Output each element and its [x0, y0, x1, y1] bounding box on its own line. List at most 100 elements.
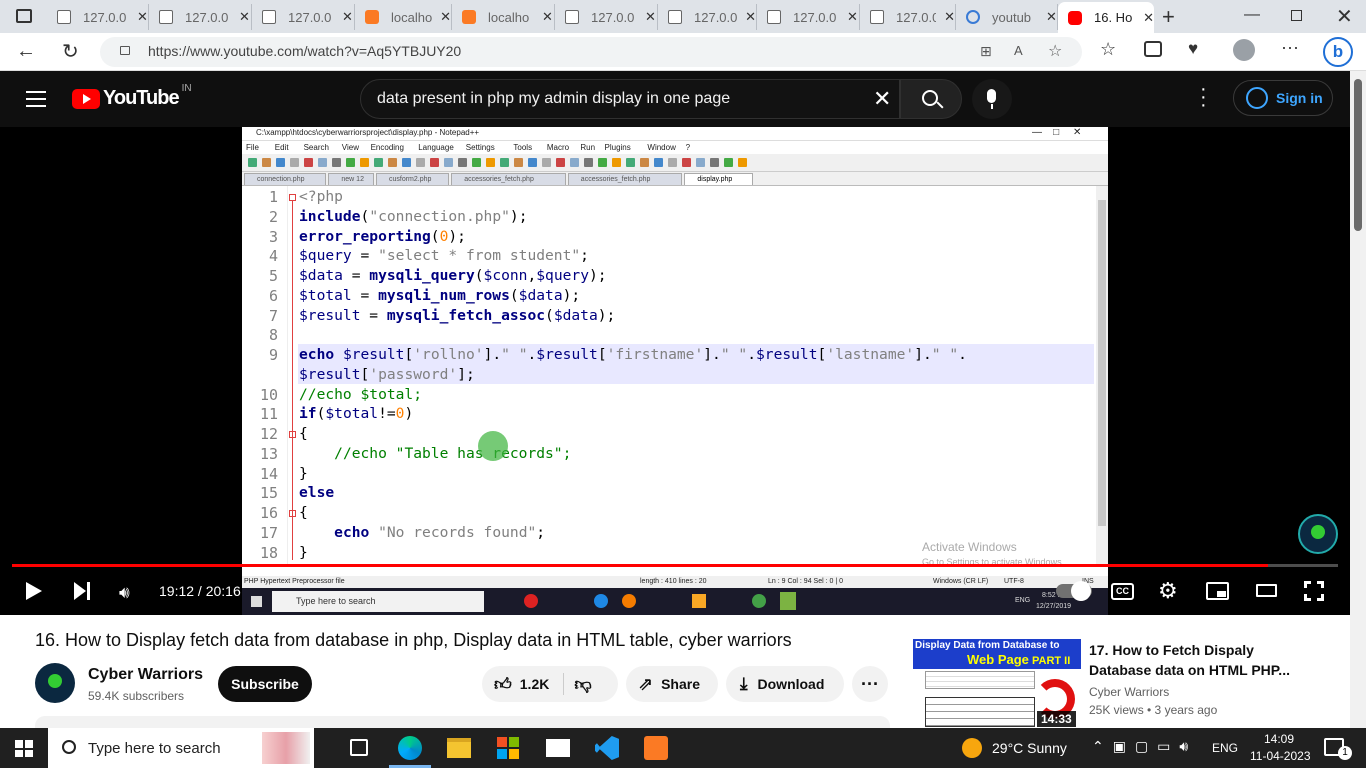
edge-icon[interactable]: [398, 736, 422, 760]
close-window-button[interactable]: ✕: [1336, 4, 1353, 29]
browser-tab[interactable]: localho ✕: [355, 4, 452, 30]
npp-toolbar-button-icon: [332, 158, 341, 167]
refresh-icon[interactable]: ↻: [62, 39, 79, 64]
npp-menu-item: ?: [685, 143, 691, 152]
like-button[interactable]: 👍︎ 1.2K: [482, 674, 549, 695]
browser-tab[interactable]: 127.0.0 ✕: [860, 4, 956, 30]
subscribe-button[interactable]: Subscribe: [218, 666, 312, 702]
restore-button[interactable]: [1291, 10, 1302, 21]
system-tray-icons[interactable]: ⌃▣▢▭🔊︎: [1092, 738, 1197, 755]
bing-icon[interactable]: b: [1323, 37, 1353, 67]
health-icon[interactable]: ♥: [1188, 39, 1198, 59]
video-player[interactable]: C:\xampp\htdocs\cyberwarriorsproject\dis…: [0, 127, 1350, 615]
store-icon[interactable]: [497, 737, 519, 759]
file-explorer-icon[interactable]: [447, 738, 471, 758]
collections-icon[interactable]: [1144, 41, 1162, 57]
vscode-icon[interactable]: [595, 736, 619, 760]
more-actions-button[interactable]: ···: [852, 666, 888, 702]
taskbar-search-box[interactable]: Type here to search: [48, 728, 314, 768]
close-tab-icon[interactable]: ✕: [1046, 9, 1057, 25]
app-icon[interactable]: ⊞: [980, 43, 992, 60]
channel-avatar[interactable]: [35, 663, 75, 703]
related-video-title[interactable]: 17. How to Fetch Dispaly Database data o…: [1089, 640, 1304, 680]
close-tab-icon[interactable]: ✕: [137, 9, 148, 25]
browser-tab[interactable]: 127.0.0 ✕: [658, 4, 757, 30]
related-video-thumbnail[interactable]: Display Data from Database to Web Page P…: [913, 639, 1081, 728]
npp-toolbar-button-icon: [626, 158, 635, 167]
xampp-icon[interactable]: [644, 736, 668, 760]
theater-mode-icon[interactable]: [1256, 584, 1277, 597]
progress-bar[interactable]: [12, 564, 1338, 567]
fullscreen-icon[interactable]: [1304, 581, 1324, 601]
language-indicator[interactable]: ENG: [1212, 741, 1238, 755]
browser-tab[interactable]: 127.0.0 ✕: [149, 4, 252, 30]
voice-search-icon[interactable]: [972, 79, 1012, 119]
page-scrollbar[interactable]: [1350, 71, 1366, 728]
close-tab-icon[interactable]: ✕: [1143, 10, 1154, 26]
mail-icon[interactable]: [546, 739, 570, 757]
hamburger-menu-icon[interactable]: [26, 91, 46, 107]
profile-avatar[interactable]: [1233, 39, 1255, 61]
dislike-button[interactable]: 👎︎: [564, 674, 591, 695]
back-icon[interactable]: ←: [16, 40, 36, 63]
npp-menu-item: Edit: [274, 143, 289, 152]
inner-windows-taskbar: Type here to search ENG 8:52 PM 12/27/20…: [242, 588, 1108, 615]
new-tab-button[interactable]: +: [1162, 4, 1175, 30]
xampp-icon: [365, 10, 379, 24]
favorites-icon[interactable]: ☆: [1100, 39, 1116, 60]
task-view-icon[interactable]: [350, 739, 368, 756]
channel-name[interactable]: Cyber Warriors: [88, 666, 203, 684]
account-icon: [1246, 87, 1268, 109]
npp-toolbar-button-icon: [346, 158, 355, 167]
windows-start-icon[interactable]: [15, 740, 33, 757]
npp-toolbar-button-icon: [290, 158, 299, 167]
browser-tab[interactable]: 127.0.0 ✕: [555, 4, 658, 30]
settings-dots-icon[interactable]: · · ·: [1200, 79, 1207, 115]
more-menu-icon[interactable]: ···: [1281, 37, 1299, 58]
url-field[interactable]: https://www.youtube.com/watch?v=Aq5YTBJU…: [100, 37, 1082, 67]
close-tab-icon[interactable]: ✕: [542, 9, 553, 25]
close-tab-icon[interactable]: ✕: [645, 9, 656, 25]
related-video-channel[interactable]: Cyber Warriors: [1089, 685, 1169, 699]
weather-text[interactable]: 29°C Sunny: [992, 740, 1067, 756]
browser-tab[interactable]: 16. Ho ✕: [1058, 2, 1154, 33]
next-button[interactable]: [74, 582, 90, 600]
add-favorite-icon[interactable]: ☆: [1048, 41, 1062, 61]
npp-toolbar-button-icon: [514, 158, 523, 167]
close-tab-icon[interactable]: ✕: [239, 9, 250, 25]
youtube-logo[interactable]: YouTube IN: [72, 83, 192, 110]
tab-actions-icon[interactable]: [16, 9, 32, 23]
browser-tab[interactable]: 127.0.0 ✕: [252, 4, 355, 30]
clock-date[interactable]: 11-04-2023: [1250, 749, 1311, 763]
read-aloud-icon[interactable]: A: [1014, 43, 1023, 58]
search-input[interactable]: data present in php my admin display in …: [360, 79, 900, 119]
url-text: https://www.youtube.com/watch?v=Aq5YTBJU…: [148, 43, 462, 59]
close-tab-icon[interactable]: ✕: [440, 9, 451, 25]
play-button[interactable]: [26, 582, 42, 600]
close-tab-icon[interactable]: ✕: [745, 9, 756, 25]
minimize-button[interactable]: —: [1244, 6, 1260, 24]
browser-tab[interactable]: 127.0.0 ✕: [757, 4, 860, 30]
share-button[interactable]: ⇗ Share: [626, 666, 718, 702]
miniplayer-icon[interactable]: [1206, 582, 1229, 600]
browser-tab[interactable]: localho ✕: [452, 4, 555, 30]
captions-icon[interactable]: CC: [1111, 583, 1134, 600]
download-button[interactable]: ⤓ Download: [726, 666, 844, 702]
code-line: $data = mysqli_query($conn,$query);: [299, 267, 607, 284]
close-tab-icon[interactable]: ✕: [847, 9, 858, 25]
autoplay-toggle[interactable]: [1056, 581, 1092, 601]
channel-watermark-logo[interactable]: [1298, 514, 1338, 554]
sign-in-button[interactable]: Sign in: [1233, 80, 1333, 116]
browser-tab[interactable]: youtub ✕: [956, 4, 1058, 30]
search-button[interactable]: [900, 79, 962, 119]
tab-title: youtub: [992, 9, 1032, 25]
settings-gear-icon[interactable]: ⚙: [1158, 578, 1178, 604]
cursor-highlight-dot: [478, 431, 508, 461]
close-tab-icon[interactable]: ✕: [944, 9, 955, 25]
close-tab-icon[interactable]: ✕: [342, 9, 353, 25]
browser-tab[interactable]: 127.0.0 ✕: [47, 4, 149, 30]
volume-icon[interactable]: 🔊︎: [119, 583, 130, 603]
clock-time[interactable]: 14:09: [1264, 732, 1294, 746]
tab-title: 127.0.0: [896, 9, 937, 25]
clear-search-icon[interactable]: ✕: [873, 86, 891, 112]
